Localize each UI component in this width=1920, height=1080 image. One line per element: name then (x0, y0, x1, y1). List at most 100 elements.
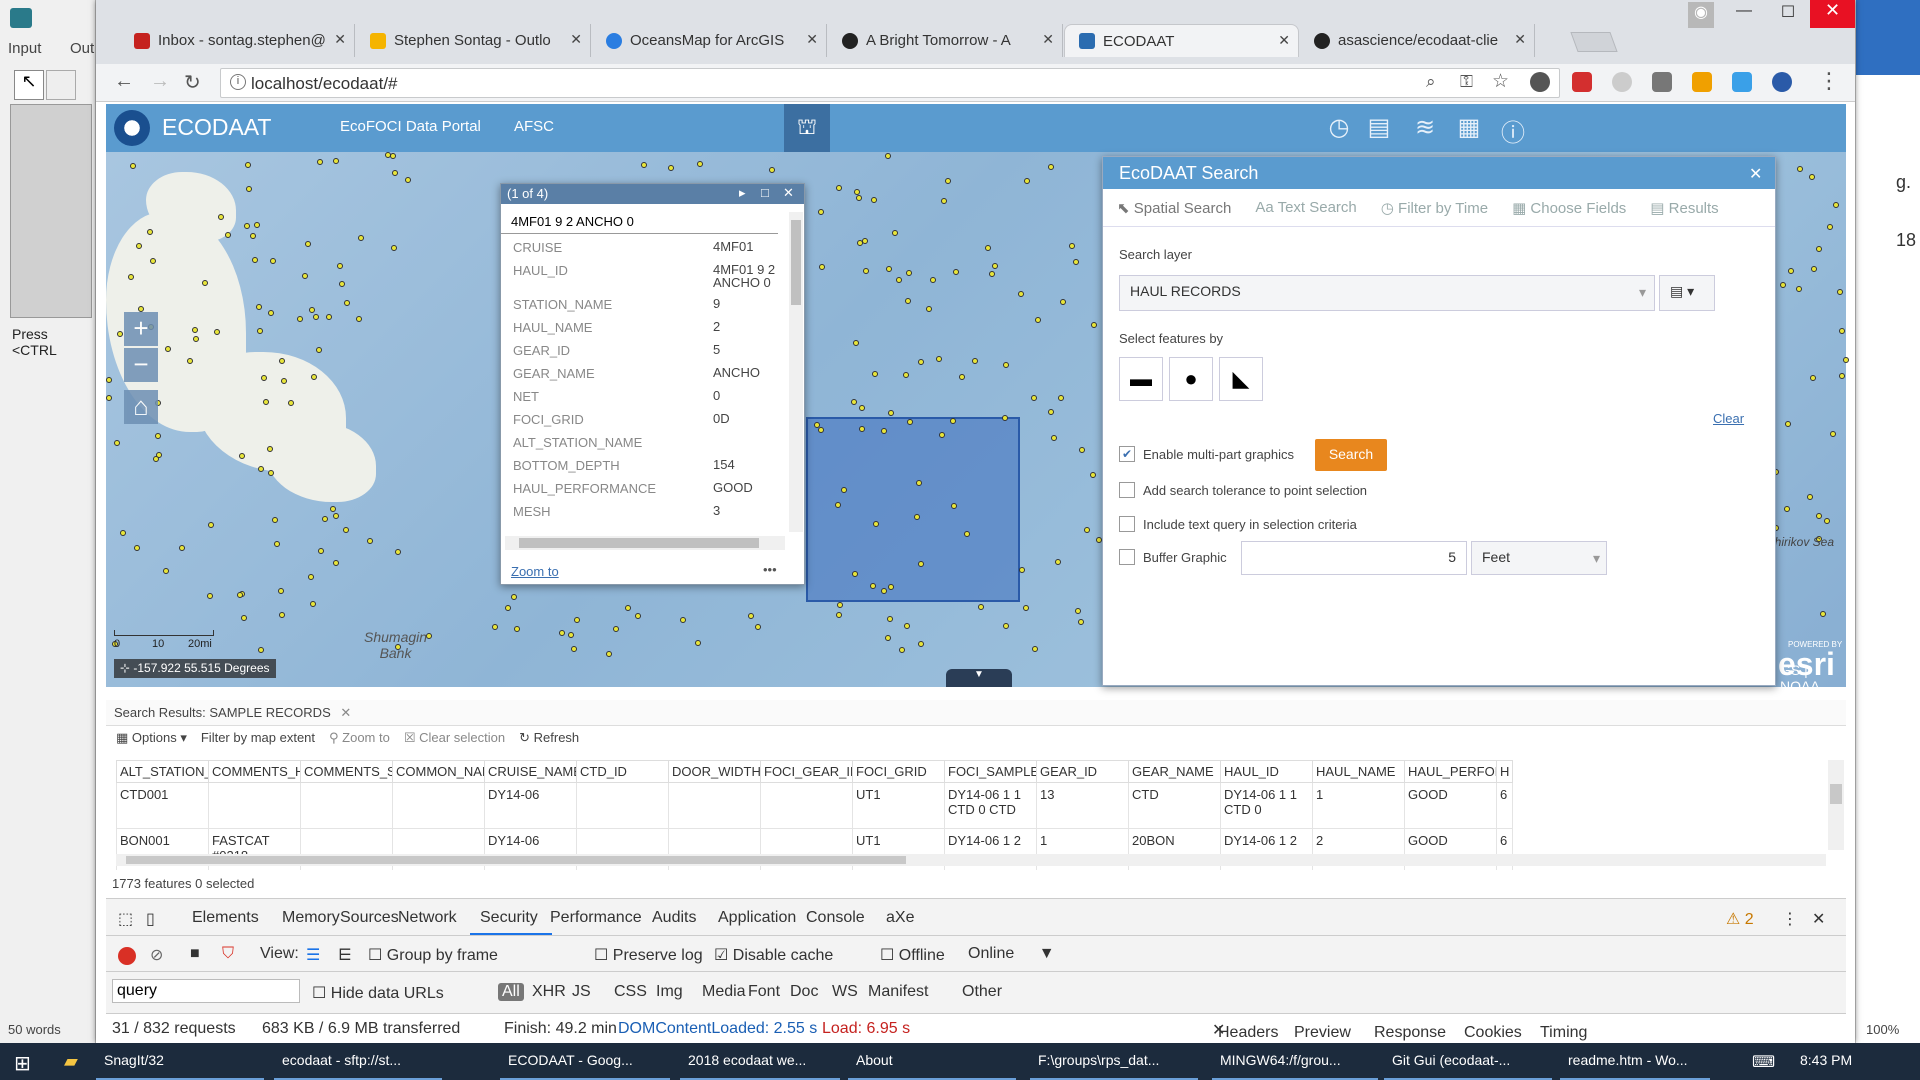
haul-point[interactable] (1833, 202, 1839, 208)
search-button[interactable]: Search (1315, 439, 1387, 471)
haul-point[interactable] (1830, 431, 1836, 437)
inspect-icon[interactable]: ⬚ (118, 909, 133, 929)
hide-data-urls-option[interactable]: ☐ Hide data URLs (312, 983, 444, 1003)
nav-link-data-portal[interactable]: EcoFOCI Data Portal (340, 118, 481, 135)
haul-point[interactable] (918, 561, 924, 567)
haul-point[interactable] (1075, 608, 1081, 614)
haul-point[interactable] (881, 428, 887, 434)
close-window-icon[interactable]: ✕ (1810, 0, 1855, 28)
haul-point[interactable] (559, 630, 565, 636)
tab-results[interactable]: ▤ Results (1636, 189, 1728, 226)
haul-point[interactable] (680, 617, 686, 623)
extension-box-icon[interactable] (1652, 72, 1672, 92)
network-filter-input[interactable]: query (112, 979, 300, 1003)
haul-point[interactable] (1003, 362, 1009, 368)
haul-point[interactable] (179, 545, 185, 551)
haul-point[interactable] (344, 300, 350, 306)
haul-point[interactable] (1811, 266, 1817, 272)
column-header[interactable]: CTD_ID (576, 760, 669, 783)
haul-point[interactable] (405, 177, 411, 183)
haul-point[interactable] (326, 314, 332, 320)
file-explorer-icon[interactable]: ▰ (64, 1051, 78, 1072)
zoom-out-icon[interactable]: − (124, 348, 158, 382)
haul-point[interactable] (635, 613, 641, 619)
haul-point[interactable] (836, 185, 842, 191)
haul-point[interactable] (279, 358, 285, 364)
tab-gmail[interactable]: Inbox - sontag.stephen@ ✕ (120, 24, 355, 57)
haul-point[interactable] (953, 269, 959, 275)
haul-point[interactable] (856, 195, 862, 201)
results-vscrollbar[interactable] (1828, 760, 1844, 850)
record-icon[interactable] (118, 947, 136, 965)
haul-point[interactable] (888, 410, 894, 416)
buffer-distance-input[interactable]: 5 (1241, 541, 1467, 575)
haul-point[interactable] (244, 223, 250, 229)
tab-choose-fields[interactable]: ▦ Choose Fields (1498, 189, 1636, 226)
tolerance-checkbox[interactable] (1119, 482, 1135, 498)
circle-draw-icon[interactable]: ● (1169, 357, 1213, 401)
haul-point[interactable] (281, 378, 287, 384)
devtools-tab-console[interactable]: Console (806, 909, 865, 927)
haul-point[interactable] (316, 347, 322, 353)
refresh-button[interactable]: ↻ Refresh (519, 730, 579, 746)
devtools-tab-security[interactable]: Security (480, 909, 538, 927)
haul-point[interactable] (270, 258, 276, 264)
reload-icon[interactable]: ↻ (184, 70, 201, 95)
haul-point[interactable] (310, 601, 316, 607)
haul-point[interactable] (279, 612, 285, 618)
haul-point[interactable] (857, 240, 863, 246)
haul-point[interactable] (1785, 421, 1791, 427)
extension-chart-icon[interactable] (1732, 72, 1752, 92)
haul-point[interactable] (237, 592, 243, 598)
haul-point[interactable] (302, 273, 308, 279)
tab-spotify[interactable]: A Bright Tomorrow - A ✕ (828, 24, 1063, 57)
home-icon[interactable]: ⌂ (124, 390, 158, 424)
haul-point[interactable] (1019, 567, 1025, 573)
haul-point[interactable] (1816, 246, 1822, 252)
filter-img[interactable]: Img (656, 983, 683, 1001)
haul-point[interactable] (239, 453, 245, 459)
haul-point[interactable] (818, 209, 824, 215)
haul-point[interactable] (881, 588, 887, 594)
haul-point[interactable] (568, 632, 574, 638)
insert-tool-icon[interactable] (46, 70, 76, 100)
devtools-tab-audits[interactable]: Audits (652, 909, 696, 927)
haul-point[interactable] (254, 222, 260, 228)
haul-point[interactable] (1816, 513, 1822, 519)
multipart-checkbox[interactable]: ✔ (1119, 446, 1135, 462)
haul-point[interactable] (297, 316, 303, 322)
close-results-icon[interactable]: ✕ (340, 705, 351, 720)
haul-point[interactable] (873, 521, 879, 527)
haul-point[interactable] (339, 281, 345, 287)
haul-point[interactable] (1839, 373, 1845, 379)
haul-point[interactable] (574, 617, 580, 623)
buffer-checkbox[interactable] (1119, 549, 1135, 565)
haul-point[interactable] (613, 626, 619, 632)
zoom-in-icon[interactable]: + (124, 312, 158, 346)
haul-point[interactable] (1824, 518, 1830, 524)
devtools-tab-memory[interactable]: Memory (282, 909, 340, 927)
haul-point[interactable] (818, 427, 824, 433)
haul-point[interactable] (305, 241, 311, 247)
haul-point[interactable] (1796, 286, 1802, 292)
tab-close-icon[interactable]: ✕ (1278, 32, 1290, 49)
haul-point[interactable] (1018, 291, 1024, 297)
haul-point[interactable] (914, 514, 920, 520)
search-layer-select[interactable]: HAUL RECORDS ▾ (1119, 275, 1655, 311)
back-icon[interactable]: ← (114, 70, 134, 93)
haul-point[interactable] (114, 440, 120, 446)
taskbar-app[interactable]: MINGW64:/f/grou... (1212, 1043, 1378, 1080)
minimize-icon[interactable]: — (1724, 2, 1764, 28)
haul-point[interactable] (192, 327, 198, 333)
haul-point[interactable] (288, 400, 294, 406)
haul-point[interactable] (1843, 357, 1849, 363)
clear-selection-button[interactable]: ☒ Clear selection (404, 730, 505, 746)
haul-point[interactable] (1060, 299, 1066, 305)
haul-point[interactable] (1023, 605, 1029, 611)
haul-point[interactable] (358, 235, 364, 241)
history-icon[interactable]: ◷ (1324, 113, 1354, 143)
column-header[interactable]: HAUL_NAME (1312, 760, 1405, 783)
haul-point[interactable] (641, 162, 647, 168)
haul-point[interactable] (134, 545, 140, 551)
haul-point[interactable] (1797, 166, 1803, 172)
